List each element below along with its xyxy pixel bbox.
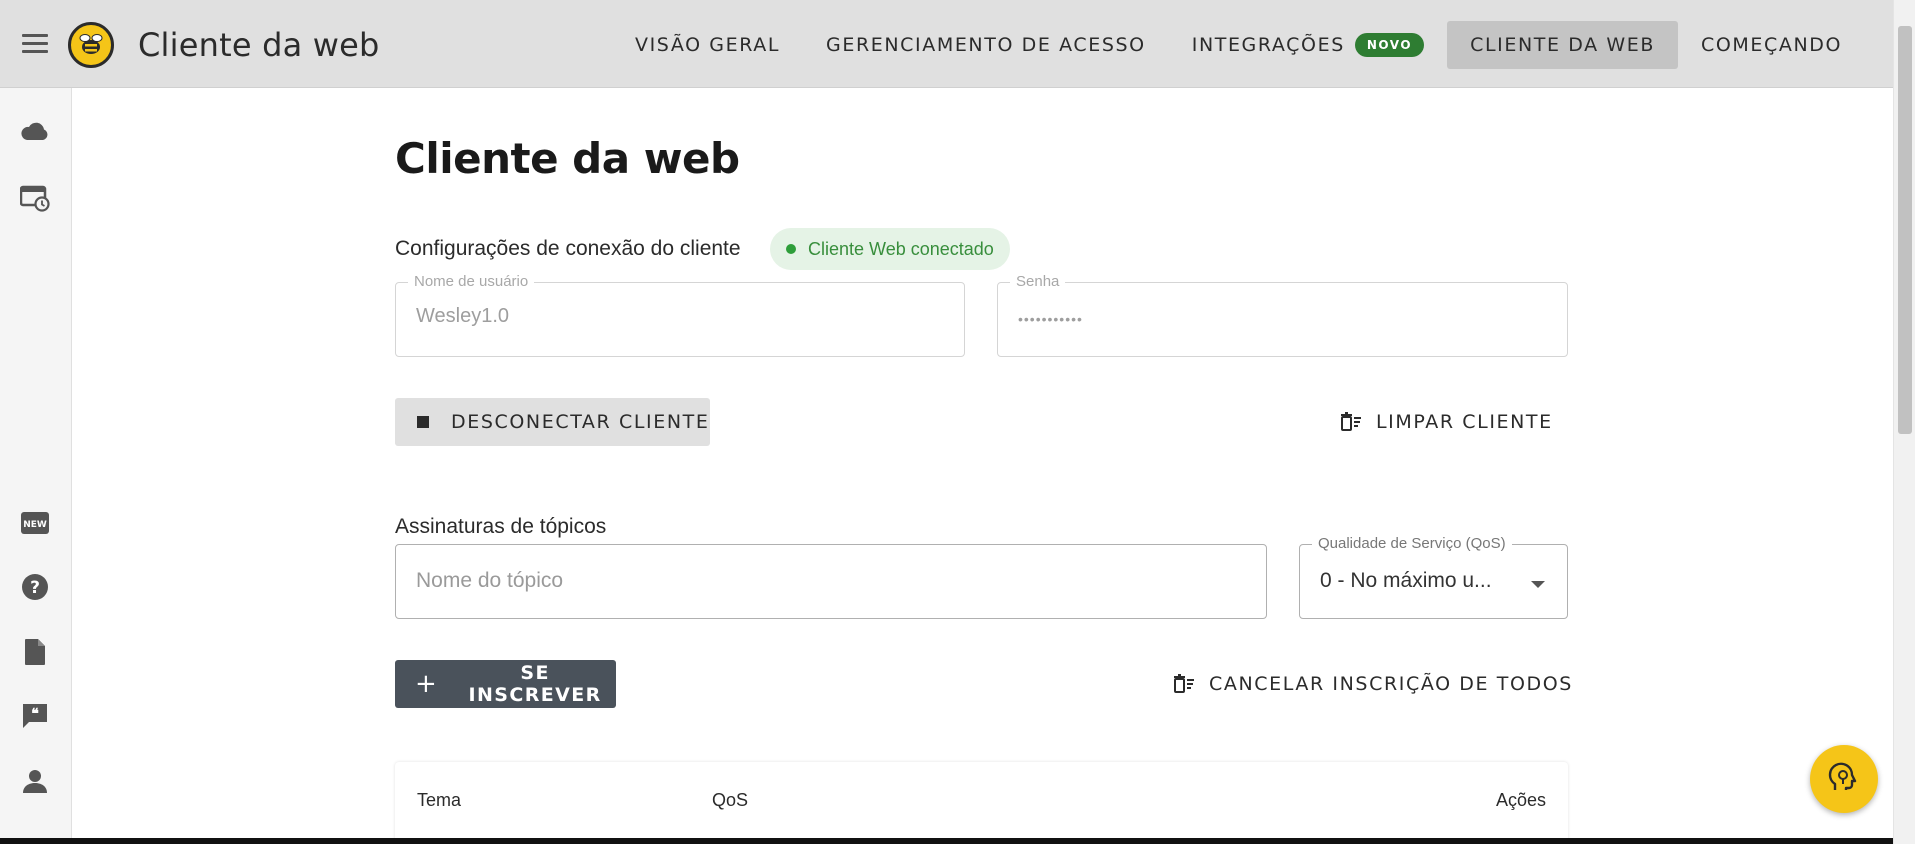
menu-icon[interactable] xyxy=(22,34,48,54)
column-header-acoes: Ações xyxy=(1495,790,1546,810)
clear-client-button[interactable]: LIMPAR CLIENTE xyxy=(1340,398,1553,446)
password-label: Senha xyxy=(1010,273,1066,290)
password-field[interactable]: Senha ••••••••••• xyxy=(997,273,1568,357)
nav-gerenciamento-de-acesso[interactable]: GERENCIAMENTO DE ACESSO xyxy=(803,21,1169,69)
nav-label: GERENCIAMENTO DE ACESSO xyxy=(826,34,1146,56)
nav-label: INTEGRAÇÕES xyxy=(1191,34,1345,56)
document-icon[interactable] xyxy=(20,637,50,667)
username-label: Nome de usuário xyxy=(408,273,535,290)
help-icon[interactable]: ? xyxy=(20,572,50,602)
delete-sweep-icon xyxy=(1341,412,1361,431)
quote-feedback-icon[interactable]: ❝ xyxy=(20,701,50,731)
nav-label: COMEÇANDO xyxy=(1700,34,1843,56)
qos-label: Qualidade de Serviço (QoS) xyxy=(1312,535,1512,552)
topic-name-field[interactable] xyxy=(395,544,1267,619)
page-title: Cliente da web xyxy=(395,134,740,183)
cloud-icon[interactable] xyxy=(20,116,50,146)
page-scrollbar[interactable] xyxy=(1893,0,1915,844)
nav-cliente-da-web[interactable]: CLIENTE DA WEB xyxy=(1447,21,1678,69)
status-text: Cliente Web conectado xyxy=(808,238,994,259)
qos-value: 0 - No máximo u... xyxy=(1320,569,1492,592)
app-title: Cliente da web xyxy=(138,26,380,64)
status-badge: Cliente Web conectado xyxy=(770,228,1010,270)
topic-subscriptions-label: Assinaturas de tópicos xyxy=(395,515,607,538)
top-nav: VISÃO GERAL GERENCIAMENTO DE ACESSO INTE… xyxy=(612,21,1865,69)
nav-integracoes[interactable]: INTEGRAÇÕES NOVO xyxy=(1169,21,1447,69)
password-value: ••••••••••• xyxy=(1018,311,1083,327)
new-icon[interactable]: NEW xyxy=(20,508,50,538)
column-header-qos: QoS xyxy=(712,790,749,810)
svg-text:NEW: NEW xyxy=(23,520,47,530)
bottom-status-strip xyxy=(0,838,1893,844)
nav-visao-geral[interactable]: VISÃO GERAL xyxy=(612,21,803,69)
left-rail: NEW ? ❝ xyxy=(0,88,72,844)
nav-label: CLIENTE DA WEB xyxy=(1470,34,1655,56)
dropdown-arrow-icon xyxy=(1531,581,1545,588)
username-field[interactable]: Nome de usuário Wesley1.0 xyxy=(395,273,965,357)
app-bar: Cliente da web VISÃO GERAL GERENCIAMENTO… xyxy=(0,0,1893,88)
calendar-clock-icon[interactable] xyxy=(20,183,50,213)
clear-client-label: LIMPAR CLIENTE xyxy=(1376,411,1553,433)
svg-text:❝: ❝ xyxy=(31,706,39,722)
subscribe-label: SE INSCREVER xyxy=(468,662,602,706)
disconnect-label: DESCONECTAR CLIENTE xyxy=(451,411,710,433)
connection-settings-label: Configurações de conexão do cliente xyxy=(395,237,741,260)
subscriptions-table: Tema QoS Ações xyxy=(395,762,1568,844)
ai-assistant-button[interactable] xyxy=(1810,745,1878,813)
nav-comecando[interactable]: COMEÇANDO xyxy=(1678,21,1865,69)
new-badge: NOVO xyxy=(1354,33,1425,57)
unsubscribe-all-label: CANCELAR INSCRIÇÃO DE TODOS xyxy=(1209,673,1573,695)
svg-text:?: ? xyxy=(30,578,40,598)
stop-icon xyxy=(417,416,429,428)
person-icon[interactable] xyxy=(20,766,50,796)
disconnect-client-button[interactable]: DESCONECTAR CLIENTE xyxy=(395,398,710,446)
nav-label: VISÃO GERAL xyxy=(635,34,781,56)
qos-select[interactable]: Qualidade de Serviço (QoS) 0 - No máximo… xyxy=(1299,535,1568,619)
ai-assistant-icon xyxy=(1828,762,1857,790)
delete-sweep-icon xyxy=(1174,674,1194,693)
scrollbar-thumb[interactable] xyxy=(1898,26,1912,434)
topic-name-input[interactable] xyxy=(416,569,1216,593)
bee-logo-icon xyxy=(68,22,114,68)
subscribe-button[interactable]: + SE INSCREVER xyxy=(395,660,616,708)
plus-icon: + xyxy=(415,669,439,699)
status-dot-icon xyxy=(786,244,796,254)
column-header-tema: Tema xyxy=(417,790,462,810)
username-value: Wesley1.0 xyxy=(416,305,510,327)
unsubscribe-all-button[interactable]: CANCELAR INSCRIÇÃO DE TODOS xyxy=(1173,660,1573,708)
